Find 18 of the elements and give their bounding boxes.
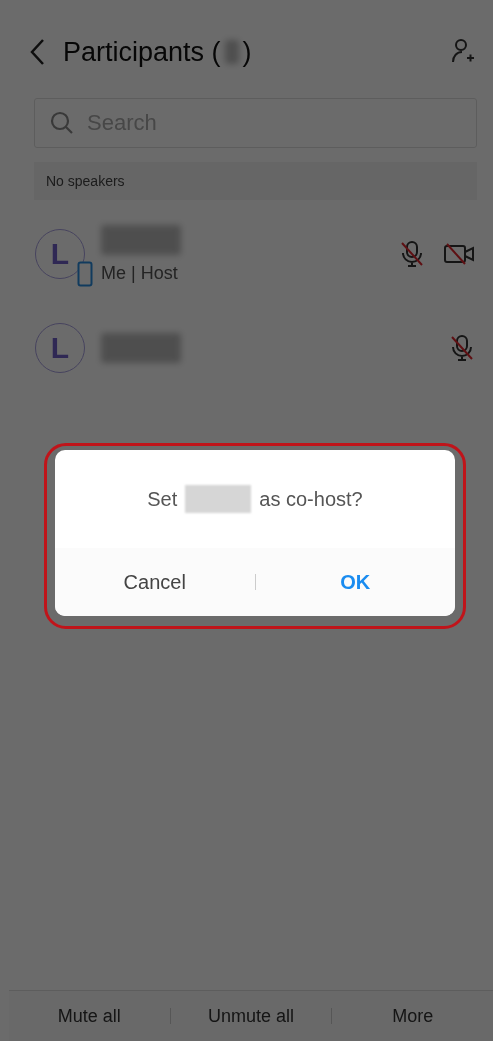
screen-title: Participants ( (63, 36, 221, 68)
screen-title-end: ) (242, 36, 252, 68)
participant-role: Me | Host (101, 262, 179, 284)
ok-button[interactable]: OK (255, 548, 455, 616)
toolbar-button[interactable]: Unmute all (170, 997, 332, 1035)
back-icon[interactable] (29, 38, 45, 66)
cancel-button[interactable]: Cancel (55, 548, 255, 616)
redacted-name (185, 485, 252, 513)
dialog-message-end: as co-host? (259, 487, 363, 511)
dialog-message: Set (147, 487, 178, 511)
video-off-icon[interactable] (443, 242, 475, 266)
speakers-bar: No speakers (34, 162, 477, 200)
muted-microphone-icon[interactable] (449, 334, 475, 362)
avatar: L (35, 323, 85, 373)
toolbar-button[interactable]: More (332, 997, 493, 1035)
toolbar-button[interactable]: Mute all (9, 997, 170, 1035)
muted-microphone-icon[interactable] (399, 240, 425, 268)
redacted-count (224, 40, 239, 64)
